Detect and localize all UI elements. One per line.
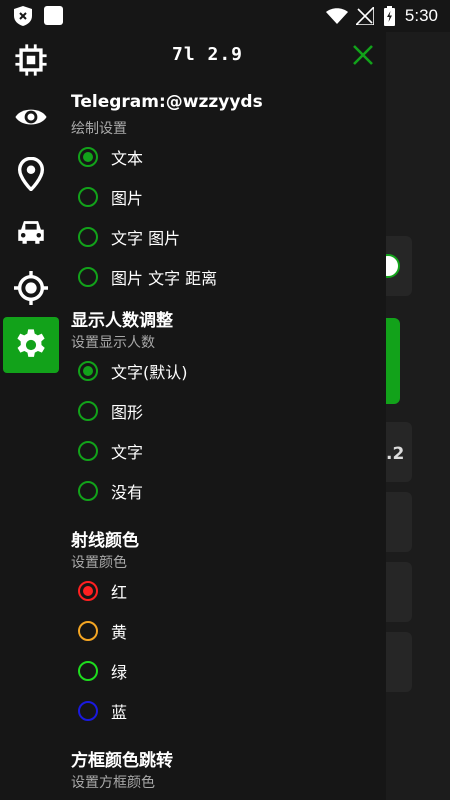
radio-button[interactable] <box>78 227 98 247</box>
radio-button[interactable] <box>78 621 98 641</box>
sidebar-item-visual[interactable] <box>3 89 59 145</box>
option-label: 图片 文字 距离 <box>111 269 218 288</box>
sidebar-item-vehicle[interactable] <box>3 203 59 259</box>
option-label: 没有 <box>111 483 144 502</box>
eye-icon <box>15 109 47 125</box>
player-count-option-text-default[interactable]: 文字(默认) <box>78 359 188 383</box>
option-label: 绿 <box>111 663 128 682</box>
option-label: 文字(默认) <box>111 363 188 382</box>
ray-color-option-red[interactable]: 红 <box>78 579 127 603</box>
ray-color-option-blue[interactable]: 蓝 <box>78 699 127 723</box>
ray-color-option-yellow[interactable]: 黄 <box>78 619 127 643</box>
radio-button[interactable] <box>78 661 98 681</box>
background-card <box>386 492 412 552</box>
radio-button[interactable] <box>78 361 98 381</box>
ray-color-option-green[interactable]: 绿 <box>78 659 127 683</box>
wifi-icon <box>326 8 348 24</box>
radio-button[interactable] <box>78 401 98 421</box>
option-label: 图形 <box>111 403 144 422</box>
sidebar-item-cpu[interactable] <box>3 32 59 88</box>
option-label: 文字 图片 <box>111 229 181 248</box>
box-color-title: 方框颜色跳转 <box>71 751 173 771</box>
player-count-option-text[interactable]: 文字 <box>78 439 143 463</box>
background-value: .2 <box>386 444 405 464</box>
ray-color-subtitle: 设置颜色 <box>71 555 127 571</box>
background-green-button[interactable] <box>386 318 400 404</box>
draw-settings-subtitle: 绘制设置 <box>71 121 127 137</box>
box-color-subtitle: 设置方框颜色 <box>71 775 155 791</box>
map-pin-icon <box>17 157 45 191</box>
draw-option-text[interactable]: 文本 <box>78 145 143 169</box>
status-time: 5:30 <box>404 6 438 25</box>
player-count-title: 显示人数调整 <box>71 311 173 331</box>
option-label: 文本 <box>111 149 144 168</box>
option-label: 文字 <box>111 443 144 462</box>
close-icon[interactable] <box>350 42 376 68</box>
background-card <box>386 562 412 622</box>
car-icon <box>18 221 44 244</box>
draw-option-image-text-distance[interactable]: 图片 文字 距离 <box>78 265 217 289</box>
shield-x-icon <box>14 6 32 26</box>
option-label: 红 <box>111 583 128 602</box>
background-card <box>386 632 412 692</box>
ray-color-title: 射线颜色 <box>71 531 139 551</box>
player-count-option-none[interactable]: 没有 <box>78 479 143 503</box>
radio-button[interactable] <box>78 581 98 601</box>
cpu-icon <box>15 44 47 76</box>
sidebar-item-settings[interactable] <box>3 317 59 373</box>
background-toggle[interactable] <box>386 254 400 278</box>
draw-option-image[interactable]: 图片 <box>78 185 143 209</box>
player-count-option-graphic[interactable]: 图形 <box>78 399 143 423</box>
sidebar-item-location[interactable] <box>3 146 59 202</box>
panel-title: 7l 2.9 <box>172 44 244 65</box>
radio-button[interactable] <box>78 147 98 167</box>
radio-button[interactable] <box>78 441 98 461</box>
contact-label: Telegram:@wzzyyds <box>71 92 263 112</box>
battery-charging-icon <box>384 6 395 26</box>
player-count-subtitle: 设置显示人数 <box>71 335 155 351</box>
radio-button[interactable] <box>78 701 98 721</box>
draw-option-text-image[interactable]: 文字 图片 <box>78 225 180 249</box>
status-bar: 5:30 <box>0 0 450 32</box>
sidebar-item-aim[interactable] <box>3 260 59 316</box>
settings-panel: 7l 2.9 Telegram:@wzzyyds 绘制设置 文本 图片 文字 图… <box>62 32 386 800</box>
radio-button[interactable] <box>78 481 98 501</box>
option-label: 图片 <box>111 189 144 208</box>
radio-button[interactable] <box>78 187 98 207</box>
option-label: 蓝 <box>111 703 128 722</box>
crosshair-icon <box>14 271 48 305</box>
option-label: 黄 <box>111 623 128 642</box>
radio-button[interactable] <box>78 267 98 287</box>
sidebar <box>0 32 62 800</box>
gear-icon <box>17 329 45 357</box>
no-signal-icon <box>356 7 374 25</box>
notification-icon <box>44 6 63 25</box>
